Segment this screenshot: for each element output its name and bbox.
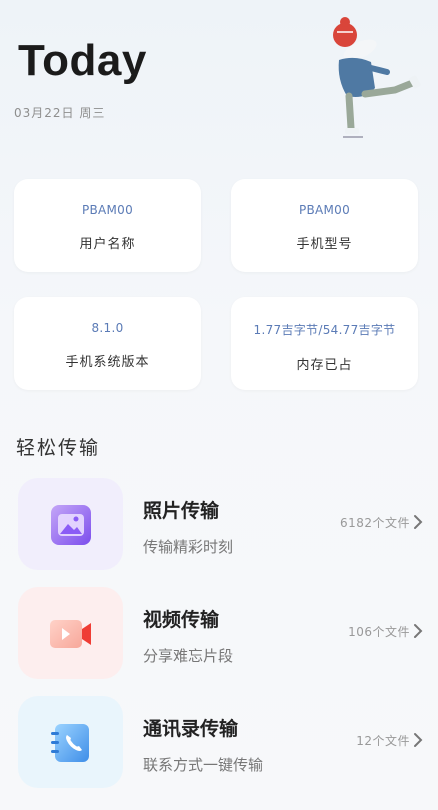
row-subtitle: 传输精彩时刻 [143, 538, 234, 556]
page-title: Today [18, 36, 147, 85]
card-value: 8.1.0 [91, 321, 124, 335]
contacts-transfer-row[interactable]: 通讯录传输 联系方式一键传输 12个文件 [0, 696, 438, 791]
card-value: PBAM00 [298, 203, 351, 217]
contacts-icon [51, 724, 89, 762]
row-subtitle: 分享难忘片段 [143, 647, 234, 665]
card-label: 手机型号 [296, 237, 353, 252]
chevron-right-icon [414, 515, 423, 529]
card-value: 1.77吉字节/54.77吉字节 [253, 323, 396, 337]
row-count: 6182个文件 [339, 516, 410, 530]
video-transfer-row[interactable]: 视频传输 分享难忘片段 106个文件 [0, 587, 438, 682]
row-count: 106个文件 [348, 625, 410, 639]
section-title: 轻松传输 [16, 437, 101, 459]
card-label: 内存已占 [296, 358, 353, 373]
header: Today 03月22日 周三 [0, 0, 438, 170]
date-label: 03月22日 周三 [14, 106, 106, 120]
row-title: 视频传输 [143, 609, 220, 631]
row-count: 12个文件 [356, 734, 410, 748]
card-storage: 1.77吉字节/54.77吉字节 内存已占 [231, 297, 418, 390]
row-subtitle: 联系方式一键传输 [143, 756, 264, 774]
contacts-icon-tile [18, 696, 123, 788]
chevron-right-icon [414, 624, 423, 638]
card-value: PBAM00 [81, 203, 134, 217]
card-username: PBAM00 用户名称 [14, 179, 201, 272]
skater-illustration [333, 17, 421, 138]
card-label: 手机系统版本 [65, 355, 150, 370]
card-phone-model: PBAM00 手机型号 [231, 179, 418, 272]
card-label: 用户名称 [79, 237, 136, 252]
video-icon-tile [18, 587, 123, 679]
photo-icon-tile [18, 478, 123, 570]
chevron-right-icon [414, 733, 423, 747]
video-icon [50, 620, 91, 648]
photo-transfer-row[interactable]: 照片传输 传输精彩时刻 6182个文件 [0, 478, 438, 573]
row-title: 通讯录传输 [143, 718, 239, 740]
row-title: 照片传输 [143, 500, 220, 522]
photo-icon [51, 505, 91, 545]
card-os-version: 8.1.0 手机系统版本 [14, 297, 201, 390]
